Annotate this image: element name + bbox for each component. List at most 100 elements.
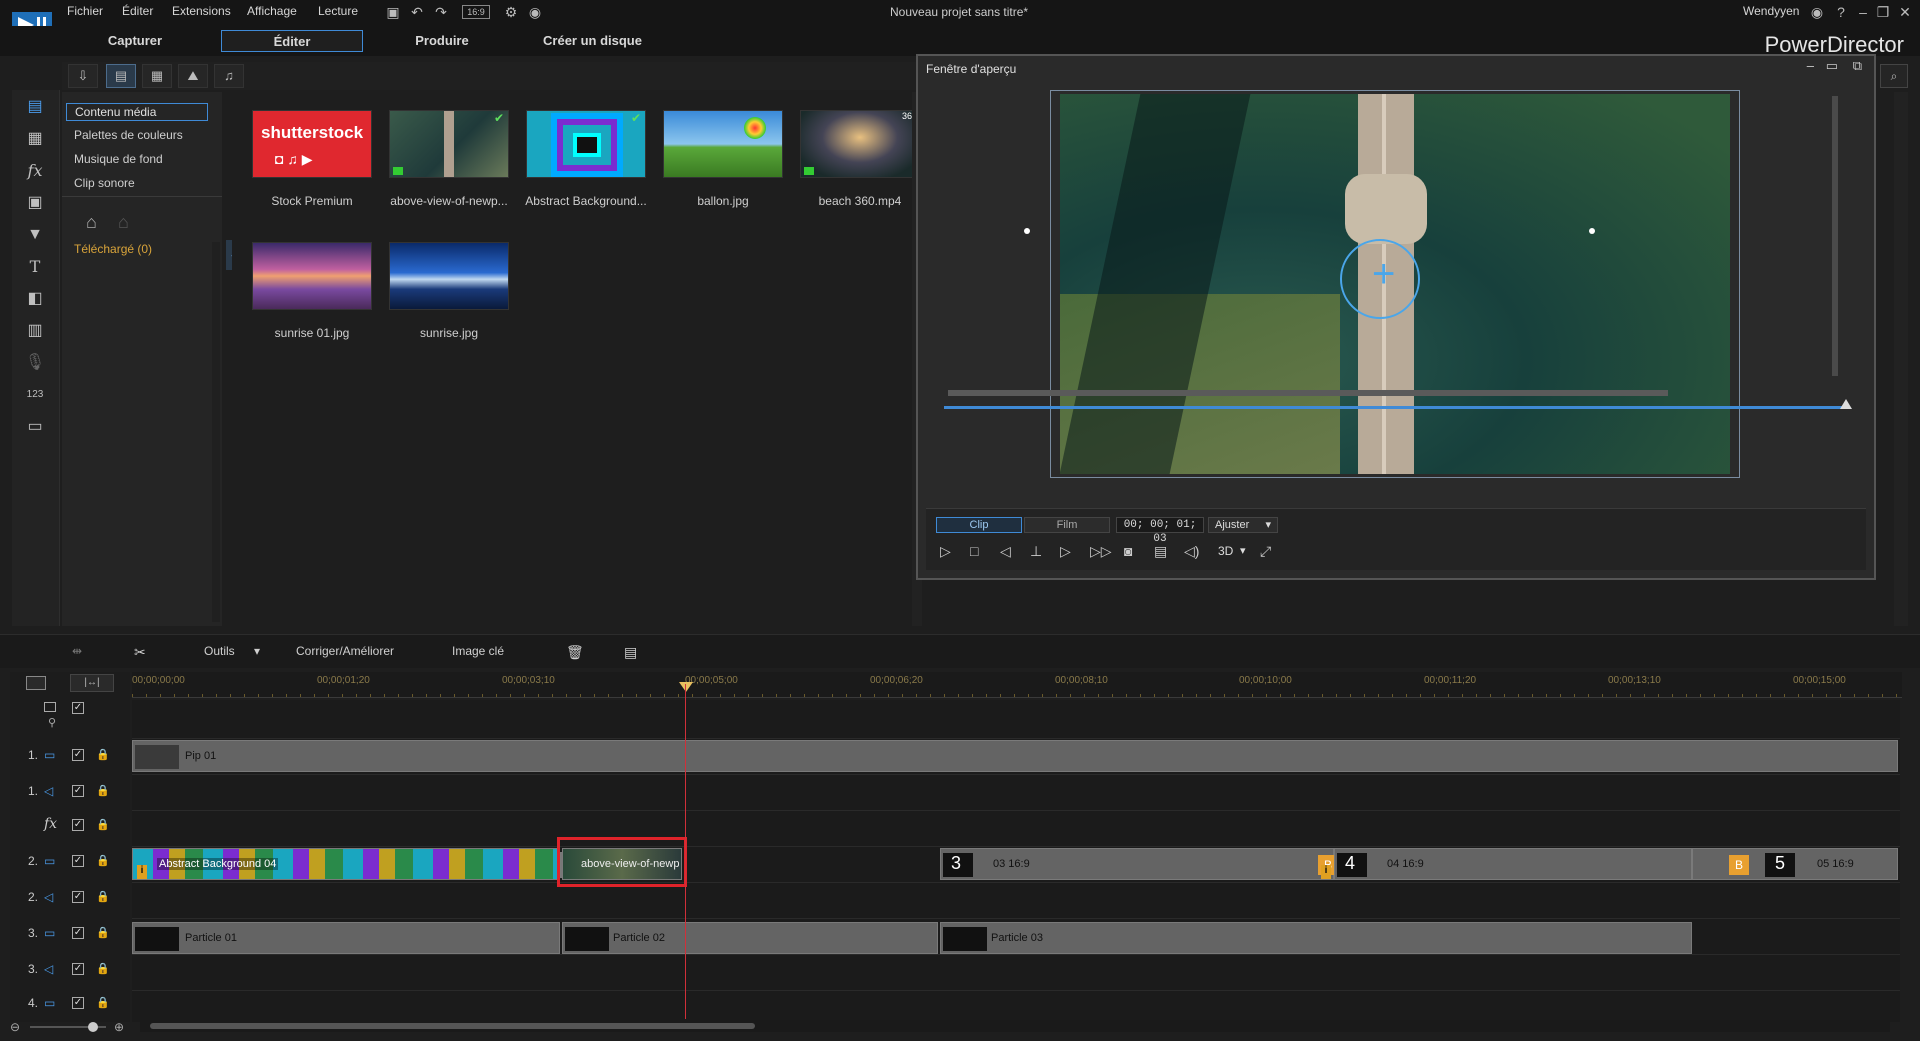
tab-capturer[interactable]: Capturer — [75, 30, 195, 52]
tab-editer[interactable]: Éditer — [221, 30, 363, 52]
play-icon[interactable]: ▷ — [940, 543, 951, 560]
track-enable-checkbox[interactable]: ✓ — [72, 891, 84, 903]
menu-extensions[interactable]: Extensions — [172, 4, 231, 18]
lock-icon[interactable]: 🔒 — [96, 891, 110, 903]
volume-icon[interactable]: ◁) — [1184, 543, 1199, 560]
menu-affichage[interactable]: Affichage — [247, 4, 297, 18]
tab-produire[interactable]: Produire — [382, 30, 502, 52]
snapshot-icon[interactable]: ◙ — [1124, 543, 1132, 559]
lock-icon[interactable]: 🔒 — [96, 855, 110, 867]
next-frame-icon[interactable]: ▷ — [1060, 543, 1071, 560]
filter-all-icon[interactable]: ▤ — [106, 64, 136, 88]
clip-04[interactable]: 4 04 16:9 i — [1321, 848, 1692, 880]
fit-timeline-icon[interactable]: |↔| — [70, 674, 114, 692]
track-enable-checkbox[interactable]: ✓ — [72, 963, 84, 975]
outils-menu[interactable]: Outils — [204, 644, 235, 658]
fit-select[interactable]: Ajuster ▾ — [1208, 517, 1278, 533]
redo-icon[interactable]: ↷ — [432, 3, 450, 21]
category-scrollbar[interactable] — [212, 242, 220, 622]
clip-03[interactable]: 3 03 16:9 B — [940, 848, 1338, 880]
zoom-out-icon[interactable]: ⊖ — [10, 1020, 20, 1034]
resize-handle-right[interactable] — [1589, 228, 1595, 234]
timeline-ruler[interactable]: 00;00;00;00 00;00;01;20 00;00;03;10 00;0… — [132, 672, 1902, 698]
clip-pip01[interactable]: Pip 01 — [132, 740, 1898, 772]
track-enable-checkbox[interactable]: ✓ — [72, 927, 84, 939]
menu-editer[interactable]: Éditer — [122, 4, 153, 18]
media-room-icon[interactable]: ▤ — [24, 96, 46, 118]
mode-film-button[interactable]: Film — [1024, 517, 1110, 533]
template-room-icon[interactable]: ▦ — [24, 128, 46, 150]
media-thumb-ballon[interactable] — [663, 110, 783, 178]
close-icon[interactable]: ✕ — [1896, 3, 1914, 21]
preview-dock-icon[interactable]: ⧉ — [1853, 58, 1862, 74]
timeline-hscrollbar[interactable] — [140, 1020, 1890, 1032]
cat-contenu-media[interactable]: Contenu média — [66, 103, 208, 121]
3d-toggle[interactable]: 3D — [1218, 544, 1233, 558]
hscroll-thumb[interactable] — [150, 1023, 755, 1029]
menu-lecture[interactable]: Lecture — [318, 4, 358, 18]
zoom-slider-thumb[interactable] — [88, 1022, 98, 1032]
aspect-ratio-select[interactable]: 16:9 — [462, 5, 490, 19]
restore-icon[interactable]: ❐ — [1874, 3, 1892, 21]
track-enable-checkbox[interactable]: ✓ — [72, 702, 84, 714]
cat-telecharge[interactable]: Téléchargé (0) — [74, 242, 152, 256]
fast-forward-icon[interactable]: ▷▷ — [1090, 543, 1112, 560]
filter-video-icon[interactable]: ▦ — [142, 64, 172, 88]
search-icon[interactable]: ⌕ — [1880, 64, 1908, 88]
cat-palettes[interactable]: Palettes de couleurs — [74, 128, 183, 142]
playhead-handle[interactable] — [679, 682, 693, 692]
subtitle-toggle-icon[interactable]: ▤ — [1154, 543, 1167, 560]
preview-minimize-icon[interactable]: – — [1807, 58, 1814, 73]
mode-clip-button[interactable]: Clip — [936, 517, 1022, 533]
seek-bar[interactable] — [944, 406, 1850, 409]
subtitle-room-icon[interactable]: ▭ — [24, 416, 46, 438]
user-avatar-icon[interactable]: ◉ — [1808, 3, 1826, 21]
chevron-down-icon[interactable]: ▾ — [254, 644, 260, 658]
cat-musique[interactable]: Musique de fond — [74, 152, 163, 166]
lock-icon[interactable]: 🔒 — [96, 997, 110, 1009]
clip-particle02[interactable]: Particle 02 — [562, 922, 938, 954]
seek-thumb[interactable] — [1840, 399, 1852, 409]
audio-mixing-icon[interactable]: ▥ — [24, 320, 46, 342]
previous-frame-icon[interactable]: ◁ — [1000, 543, 1011, 560]
filter-image-icon[interactable]: ⛰ — [178, 64, 208, 88]
title-room-icon[interactable]: T — [24, 256, 46, 278]
account-icon[interactable]: ◉ — [526, 3, 544, 21]
media-thumb-sunrise01[interactable] — [252, 242, 372, 310]
preview-hscrollbar[interactable] — [948, 390, 1668, 396]
lock-icon[interactable]: 🔒 — [96, 749, 110, 761]
lock-icon[interactable]: 🔒 — [96, 785, 110, 797]
track-enable-checkbox[interactable]: ✓ — [72, 819, 84, 831]
track-enable-checkbox[interactable]: ✓ — [72, 785, 84, 797]
menu-fichier[interactable]: Fichier — [67, 4, 103, 18]
delete-trash-icon[interactable]: 🗑 — [566, 644, 584, 661]
split-scissors-icon[interactable]: ✂ — [134, 644, 146, 661]
zoom-in-icon[interactable]: ⊕ — [114, 1020, 124, 1034]
fx-room-icon[interactable]: fx — [24, 160, 46, 182]
undo-icon[interactable]: ↶ — [408, 3, 426, 21]
track-enable-checkbox[interactable]: ✓ — [72, 749, 84, 761]
track-enable-checkbox[interactable]: ✓ — [72, 855, 84, 867]
split-point-icon[interactable]: ⊥ — [1030, 543, 1042, 560]
image-cle-button[interactable]: Image clé — [452, 644, 504, 658]
timeline-vscrollbar[interactable] — [1900, 700, 1908, 1022]
transition-room-icon[interactable]: ◧ — [24, 288, 46, 310]
media-thumb-above-view[interactable]: ✔ — [389, 110, 509, 178]
clip-particle03[interactable]: Particle 03 — [940, 922, 1692, 954]
clip-abstract-background[interactable]: Abstract Background 04 i — [132, 848, 560, 880]
settings-gear-icon[interactable]: ⚙ — [502, 3, 520, 21]
tab-creer-disque[interactable]: Créer un disque — [530, 30, 655, 52]
lock-icon[interactable]: 🔒 — [96, 963, 110, 975]
fullscreen-icon[interactable]: ⤢ — [1260, 543, 1271, 560]
track-enable-checkbox[interactable]: ✓ — [72, 997, 84, 1009]
corriger-button[interactable]: Corriger/Améliorer — [296, 644, 394, 658]
resize-handle-left[interactable] — [1024, 228, 1030, 234]
minimize-icon[interactable]: – — [1854, 3, 1872, 21]
lock-icon[interactable]: 🔒 — [96, 927, 110, 939]
clip-particle01[interactable]: Particle 01 — [132, 922, 560, 954]
preview-vscrollbar[interactable] — [1832, 96, 1838, 376]
chapter-room-icon[interactable]: 123 — [24, 384, 46, 406]
more-options-icon[interactable]: ▤ — [624, 644, 637, 661]
storyboard-view-icon[interactable] — [26, 676, 46, 690]
help-icon[interactable]: ? — [1832, 3, 1850, 21]
